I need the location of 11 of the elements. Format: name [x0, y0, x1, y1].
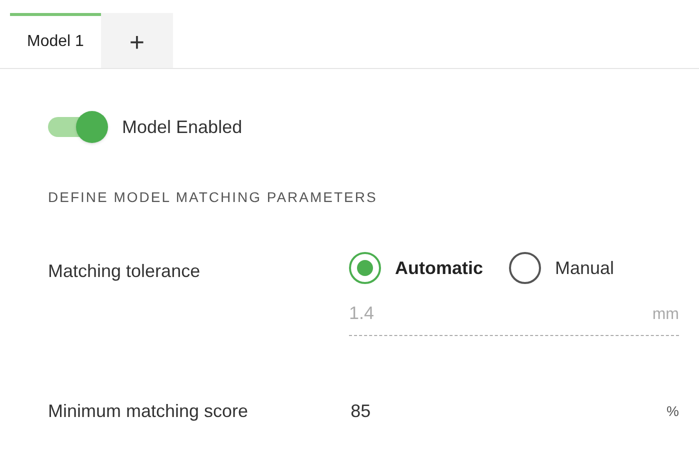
tab[interactable]: +	[100, 13, 173, 68]
radio-button[interactable]	[349, 252, 381, 284]
radio-label: Manual	[555, 256, 614, 280]
toggle-switch[interactable]	[48, 111, 108, 143]
section-heading: DEFINE MODEL MATCHING PARAMETERS	[48, 188, 378, 207]
toggle-label: Model Enabled	[122, 116, 242, 138]
radio-label: Automatic	[395, 256, 484, 280]
field-label: Matching tolerance	[48, 260, 202, 283]
field-label: Minimum matching score	[48, 400, 250, 423]
input-field[interactable]: 85 %	[350, 398, 679, 425]
radio-button[interactable]	[509, 252, 542, 284]
